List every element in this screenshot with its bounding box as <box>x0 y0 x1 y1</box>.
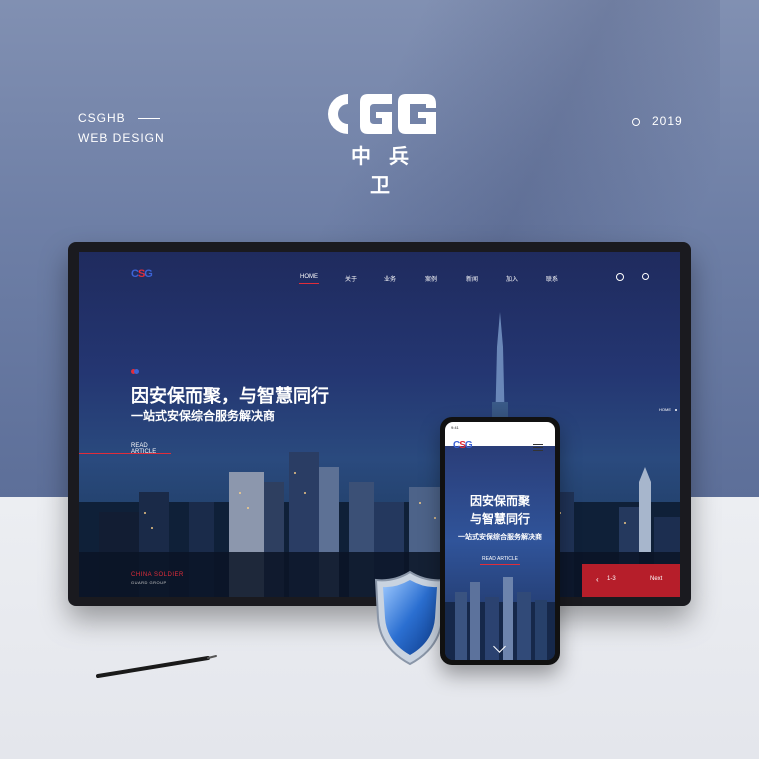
shield-icon <box>374 570 446 666</box>
pen-icon <box>96 655 217 678</box>
blue-dot-icon <box>134 369 139 374</box>
nav-home[interactable]: HOME <box>299 274 319 284</box>
logo-chinese: 中兵卫 <box>351 146 427 197</box>
year-text: 2019 <box>652 114 683 128</box>
mobile-title-line2: 与智慧同行 <box>469 512 530 526</box>
chevron-left-icon[interactable]: ‹ <box>596 575 599 584</box>
brand-divider <box>137 118 160 120</box>
hamburger-menu-icon[interactable] <box>533 444 543 453</box>
pager: ‹ 1-3 Next <box>582 564 680 597</box>
desktop-logo[interactable]: CSG <box>131 268 153 280</box>
guard-label: CHINA SOLDIER <box>131 572 184 578</box>
nav-contact[interactable]: 联系 <box>546 274 558 283</box>
year-label: 2019 <box>632 114 683 128</box>
city-skyline-image <box>79 312 680 597</box>
globe-icon[interactable] <box>616 273 624 281</box>
desktop-screen: CSG HOME 关于 业务 案例 新闻 加入 联系 因安保而聚，与智慧同行 一… <box>79 252 680 597</box>
mobile-logo[interactable]: CSG <box>453 440 473 451</box>
hero-indicator <box>131 361 139 379</box>
nav-news[interactable]: 新闻 <box>466 274 478 283</box>
pager-count: 1-3 <box>607 576 616 582</box>
search-icon[interactable] <box>642 273 649 280</box>
hero-subtitle: 一站式安保综合服务解决商 <box>131 409 276 423</box>
status-time: 9:41 <box>451 425 459 430</box>
mobile-title-line1: 因安保而聚 <box>469 494 530 508</box>
mobile-screen: 9:41 CSG 因安保而聚 与智慧同行 一站式安保综合服务解决商 READ A… <box>445 422 555 660</box>
nav-business[interactable]: 业务 <box>384 274 396 283</box>
mobile-read-underline <box>480 564 520 565</box>
hero-title: 因安保而聚，与智慧同行 <box>131 386 329 406</box>
brand-name: CSGHB <box>78 111 126 125</box>
breadcrumb: HOME <box>659 407 677 412</box>
breadcrumb-text: HOME <box>659 407 671 412</box>
mobile-read-article[interactable]: READ ARTICLE <box>445 556 555 562</box>
brand-label: CSGHB WEB DESIGN <box>78 108 165 148</box>
nav-about[interactable]: 关于 <box>345 274 357 283</box>
circle-icon <box>632 117 640 126</box>
dot-icon <box>675 408 677 411</box>
brand-subtitle: WEB DESIGN <box>78 131 165 145</box>
desktop-nav: CSG HOME 关于 业务 案例 新闻 加入 联系 <box>79 252 680 292</box>
next-button[interactable]: Next <box>650 576 662 582</box>
guard-sublabel: GUARD GROUP <box>131 580 167 585</box>
read-article-underline <box>79 453 171 454</box>
mobile-subtitle: 一站式安保综合服务解决商 <box>458 534 542 541</box>
nav-cases[interactable]: 案例 <box>425 274 437 283</box>
nav-join[interactable]: 加入 <box>506 274 518 283</box>
